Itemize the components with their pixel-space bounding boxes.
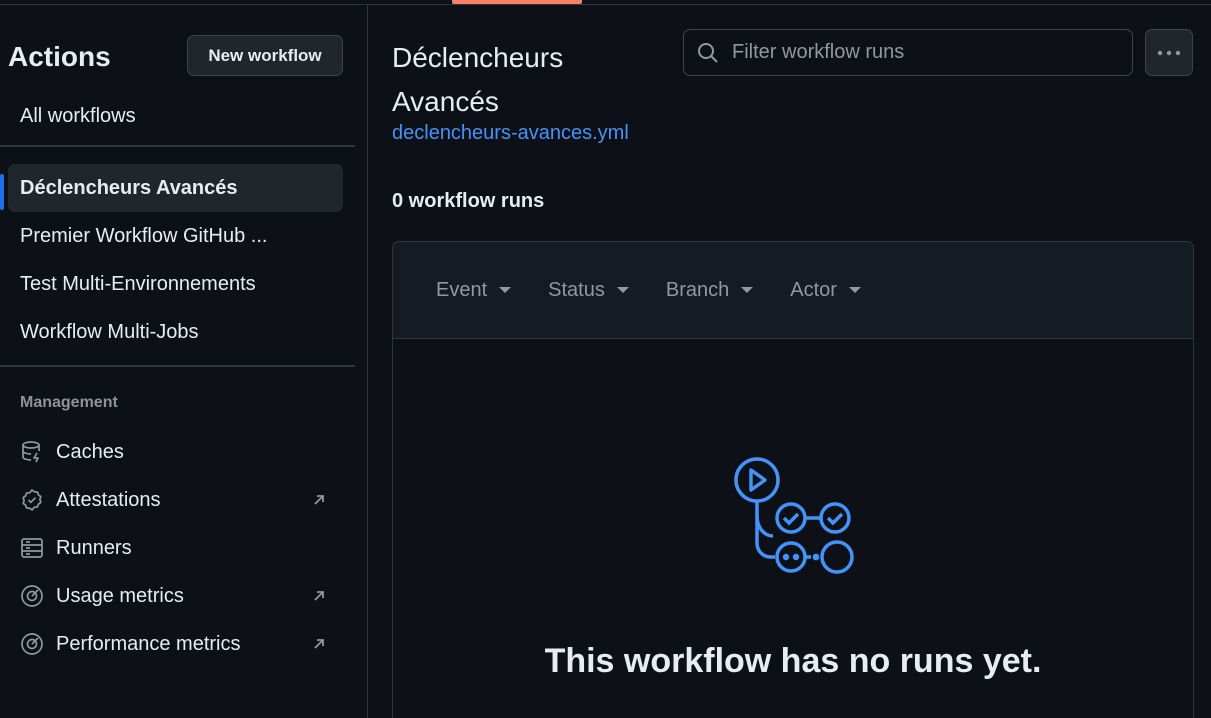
external-link-icon bbox=[309, 634, 329, 654]
workflow-illustration-icon bbox=[734, 457, 854, 574]
meter-icon bbox=[20, 632, 44, 656]
meter-icon bbox=[20, 584, 44, 608]
caret-down-icon bbox=[499, 287, 512, 293]
more-options-button[interactable] bbox=[1145, 29, 1193, 76]
search-box[interactable] bbox=[683, 29, 1133, 76]
sidebar-item-label: Caches bbox=[56, 440, 124, 463]
sidebar-item-label: Runners bbox=[56, 536, 132, 559]
filter-label: Status bbox=[548, 278, 605, 301]
external-link-icon bbox=[309, 490, 329, 510]
sidebar-item-attestations[interactable]: Attestations bbox=[8, 476, 343, 524]
new-workflow-button[interactable]: New workflow bbox=[187, 35, 343, 76]
search-input[interactable] bbox=[732, 41, 1122, 64]
kebab-horizontal-icon bbox=[1156, 49, 1182, 57]
event-filter-dropdown[interactable]: Event bbox=[436, 278, 512, 302]
sidebar-divider bbox=[0, 365, 355, 367]
external-link-icon bbox=[309, 586, 329, 606]
sidebar-item-label: Usage metrics bbox=[56, 584, 184, 607]
branch-filter-dropdown[interactable]: Branch bbox=[665, 278, 754, 302]
sidebar-item-usage-metrics[interactable]: Usage metrics bbox=[8, 572, 343, 620]
runs-filter-bar: Event Status Branch Actor bbox=[393, 242, 1193, 339]
actor-filter-dropdown[interactable]: Actor bbox=[790, 279, 861, 302]
sidebar-divider bbox=[0, 145, 355, 147]
runs-panel: Event Status Branch Actor This workflow … bbox=[392, 241, 1194, 718]
database-icon bbox=[20, 440, 44, 464]
sidebar: Actions New workflow All workflows Décle… bbox=[0, 5, 368, 718]
sidebar-item-label: Attestations bbox=[56, 488, 161, 511]
page-title: Déclencheurs Avancés bbox=[392, 42, 564, 117]
sidebar-title: Actions bbox=[8, 41, 111, 72]
active-indicator bbox=[0, 174, 4, 210]
sidebar-item-all-workflows[interactable]: All workflows bbox=[8, 92, 343, 140]
search-icon bbox=[696, 41, 720, 65]
sidebar-item-workflow[interactable]: Test Multi-Environnements bbox=[8, 260, 343, 308]
caret-down-icon bbox=[848, 287, 861, 293]
filter-label: Actor bbox=[790, 278, 837, 301]
sidebar-item-workflow[interactable]: Déclencheurs Avancés bbox=[8, 164, 343, 212]
workflow-file-link[interactable]: declencheurs-avances.yml bbox=[392, 122, 629, 145]
empty-state-message: This workflow has no runs yet. bbox=[544, 642, 1042, 680]
sidebar-item-performance-metrics[interactable]: Performance metrics bbox=[8, 620, 343, 668]
runs-count: 0 workflow runs bbox=[392, 190, 545, 212]
sidebar-item-caches[interactable]: Caches bbox=[8, 428, 343, 476]
sidebar-item-runners[interactable]: Runners bbox=[8, 524, 343, 572]
sidebar-item-workflow[interactable]: Workflow Multi-Jobs bbox=[8, 308, 343, 356]
verified-icon bbox=[20, 488, 44, 512]
management-heading: Management bbox=[20, 394, 118, 411]
active-tab-underline bbox=[452, 0, 582, 4]
filter-label: Event bbox=[436, 278, 488, 301]
caret-down-icon bbox=[741, 287, 754, 293]
caret-down-icon bbox=[616, 287, 629, 293]
filter-label: Branch bbox=[665, 278, 730, 301]
status-filter-dropdown[interactable]: Status bbox=[548, 279, 629, 302]
server-icon bbox=[20, 536, 44, 560]
sidebar-item-workflow[interactable]: Premier Workflow GitHub ... bbox=[8, 212, 343, 260]
sidebar-item-label: Performance metrics bbox=[56, 632, 241, 655]
